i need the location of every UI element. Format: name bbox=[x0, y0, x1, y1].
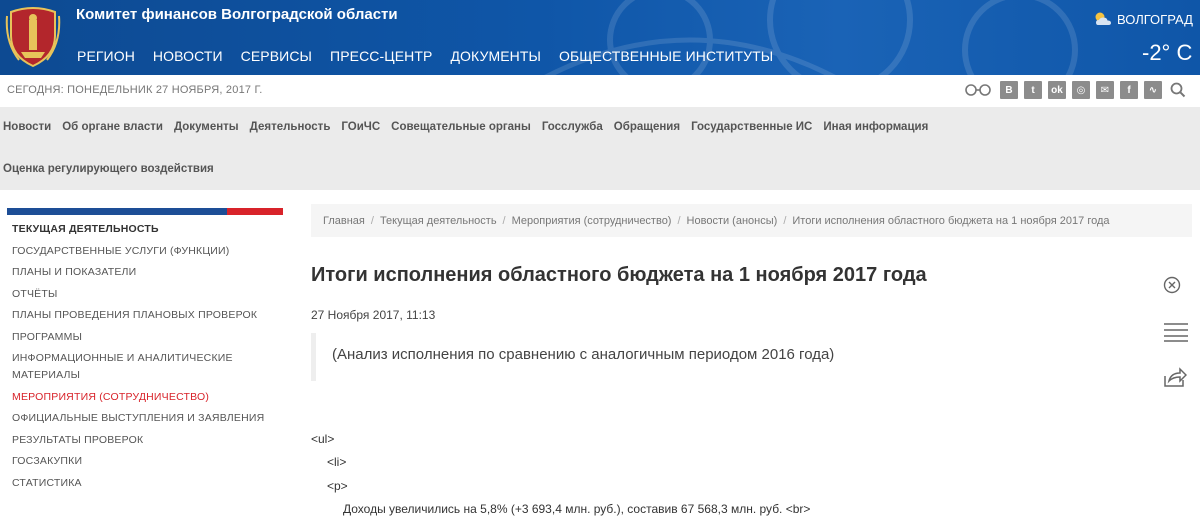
secnav-appeals[interactable]: Обращения bbox=[614, 121, 680, 133]
site-title[interactable]: Комитет финансов Волгоградской области bbox=[76, 6, 398, 23]
sidebar-item-reports[interactable]: ОТЧЁТЫ bbox=[12, 286, 283, 303]
breadcrumb: Главная / Текущая деятельность / Меропри… bbox=[311, 204, 1192, 237]
secnav-about[interactable]: Об органе власти bbox=[62, 121, 163, 133]
secondary-nav-row: Новости Об органе власти Документы Деяте… bbox=[3, 121, 939, 133]
sidebar-item-statements[interactable]: ОФИЦИАЛЬНЫЕ ВЫСТУПЛЕНИЯ И ЗАЯВЛЕНИЯ bbox=[12, 410, 283, 427]
article-title: Итоги исполнения областного бюджета на 1… bbox=[311, 264, 927, 286]
sidebar-item-inspection-plans[interactable]: ПЛАНЫ ПРОВЕДЕНИЯ ПЛАНОВЫХ ПРОВЕРОК bbox=[12, 307, 283, 324]
article-lead: (Анализ исполнения по сравнению с аналог… bbox=[311, 333, 1011, 381]
sidebar-color-bar bbox=[7, 208, 283, 215]
secnav-news[interactable]: Новости bbox=[3, 121, 51, 133]
mail-icon[interactable]: ✉ bbox=[1096, 81, 1114, 99]
nav-documents[interactable]: ДОКУМЕНТЫ bbox=[450, 48, 541, 64]
instagram-icon[interactable]: ◎ bbox=[1072, 81, 1090, 99]
nav-region[interactable]: РЕГИОН bbox=[77, 48, 135, 64]
sidebar-item-events[interactable]: МЕРОПРИЯТИЯ (СОТРУДНИЧЕСТВО) bbox=[12, 389, 283, 406]
rss-icon[interactable]: ∿ bbox=[1144, 81, 1162, 99]
accessibility-glasses-icon[interactable] bbox=[964, 84, 992, 96]
weather-city-label: ВОЛГОГРАД bbox=[1117, 11, 1193, 27]
close-circle-icon[interactable] bbox=[1163, 276, 1181, 294]
article-raw-line: Доходы увеличились на 5,8% (+3 693,4 млн… bbox=[343, 502, 811, 516]
sidebar-item-inspection-results[interactable]: РЕЗУЛЬТАТЫ ПРОВЕРОК bbox=[12, 432, 283, 449]
nav-press-center[interactable]: ПРЕСС-ЦЕНТР bbox=[330, 48, 432, 64]
nav-services[interactable]: СЕРВИСЫ bbox=[241, 48, 312, 64]
article-raw-line: <p> bbox=[327, 479, 348, 493]
coat-of-arms-icon[interactable] bbox=[5, 6, 61, 68]
current-date: СЕГОДНЯ: ПОНЕДЕЛЬНИК 27 НОЯБРЯ, 2017 Г. bbox=[7, 84, 263, 96]
secnav-regulatory-impact[interactable]: Оценка регулирующего воздействия bbox=[3, 163, 214, 175]
article-lead-text: (Анализ исполнения по сравнению с аналог… bbox=[332, 346, 835, 363]
secnav-other-info[interactable]: Иная информация bbox=[823, 121, 928, 133]
breadcrumb-events[interactable]: Мероприятия (сотрудничество) bbox=[512, 215, 672, 227]
secnav-documents[interactable]: Документы bbox=[174, 121, 239, 133]
secnav-activity[interactable]: Деятельность bbox=[250, 121, 331, 133]
weather-temp: -2° C bbox=[1142, 40, 1193, 65]
sidebar: ТЕКУЩАЯ ДЕЯТЕЛЬНОСТЬ ГОСУДАРСТВЕННЫЕ УСЛ… bbox=[7, 208, 283, 496]
secnav-gov-is[interactable]: Государственные ИС bbox=[691, 121, 812, 133]
sidebar-item-gov-services[interactable]: ГОСУДАРСТВЕННЫЕ УСЛУГИ (ФУНКЦИИ) bbox=[12, 243, 283, 260]
sidebar-item-programs[interactable]: ПРОГРАММЫ bbox=[12, 329, 283, 346]
top-header: Комитет финансов Волгоградской области Р… bbox=[0, 0, 1200, 75]
sidebar-item-current-activity[interactable]: ТЕКУЩАЯ ДЕЯТЕЛЬНОСТЬ bbox=[12, 221, 283, 238]
search-icon[interactable] bbox=[1170, 82, 1186, 98]
secondary-nav-row: Оценка регулирующего воздействия bbox=[3, 163, 225, 175]
weather-city: ВОЛГОГРАД bbox=[1093, 11, 1193, 27]
breadcrumb-news[interactable]: Новости (анонсы) bbox=[687, 215, 778, 227]
odnoklassniki-icon[interactable]: ok bbox=[1048, 81, 1066, 99]
secondary-nav: Новости Об органе власти Документы Деяте… bbox=[0, 107, 1200, 190]
partly-cloudy-icon bbox=[1095, 12, 1111, 25]
breadcrumb-home[interactable]: Главная bbox=[323, 215, 365, 227]
breadcrumb-current-page: Итоги исполнения областного бюджета на 1… bbox=[792, 214, 1110, 227]
main-nav: РЕГИОН НОВОСТИ СЕРВИСЫ ПРЕСС-ЦЕНТР ДОКУМ… bbox=[77, 48, 791, 64]
share-icon[interactable] bbox=[1163, 366, 1187, 388]
sidebar-item-procurement[interactable]: ГОСЗАКУПКИ bbox=[12, 453, 283, 470]
nav-public-institutes[interactable]: ОБЩЕСТВЕННЫЕ ИНСТИТУТЫ bbox=[559, 48, 773, 64]
vk-icon[interactable]: В bbox=[1000, 81, 1018, 99]
date-bar: СЕГОДНЯ: ПОНЕДЕЛЬНИК 27 НОЯБРЯ, 2017 Г. … bbox=[0, 75, 1200, 107]
sidebar-menu: ТЕКУЩАЯ ДЕЯТЕЛЬНОСТЬ ГОСУДАРСТВЕННЫЕ УСЛ… bbox=[12, 221, 283, 492]
article-raw-line: <li> bbox=[327, 455, 347, 469]
twitter-icon[interactable]: t bbox=[1024, 81, 1042, 99]
secnav-goichs[interactable]: ГОиЧС bbox=[341, 121, 380, 133]
article-date: 27 Ноября 2017, 11:13 bbox=[311, 308, 436, 322]
nav-news[interactable]: НОВОСТИ bbox=[153, 48, 223, 64]
sidebar-item-plans[interactable]: ПЛАНЫ И ПОКАЗАТЕЛИ bbox=[12, 264, 283, 281]
secnav-civil-service[interactable]: Госслужба bbox=[542, 121, 603, 133]
sidebar-item-analytics[interactable]: ИНФОРМАЦИОННЫЕ И АНАЛИТИЧЕСКИЕ МАТЕРИАЛЫ bbox=[12, 350, 283, 384]
sidebar-item-statistics[interactable]: СТАТИСТИКА bbox=[12, 475, 283, 492]
facebook-icon[interactable]: f bbox=[1120, 81, 1138, 99]
article-raw-line: <ul> bbox=[311, 432, 335, 446]
menu-icon[interactable] bbox=[1163, 322, 1189, 342]
breadcrumb-current-activity[interactable]: Текущая деятельность bbox=[380, 215, 497, 227]
social-links: В t ok ◎ ✉ f ∿ bbox=[964, 81, 1186, 99]
secnav-advisory[interactable]: Совещательные органы bbox=[391, 121, 531, 133]
